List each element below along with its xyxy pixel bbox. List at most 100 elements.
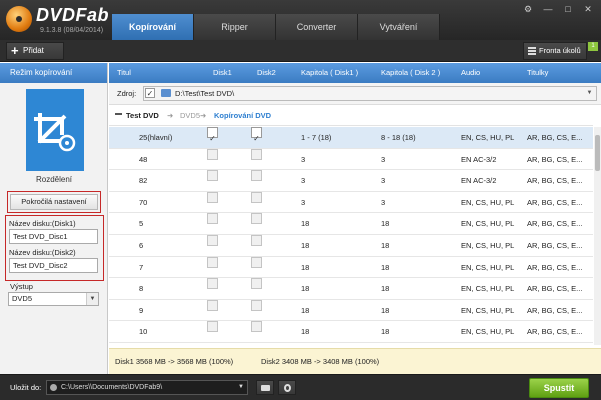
task-queue-button[interactable]: Fronta úkolů: [523, 42, 587, 60]
disk2-checkbox[interactable]: [251, 148, 262, 160]
table-row[interactable]: 82 3 3 EN AC-3/2 AR, BG, CS, E...: [109, 170, 593, 192]
table-row[interactable]: 6 18 18 EN, CS, HU, PL AR, BG, CS, E...: [109, 234, 593, 257]
cell-subtitles: AR, BG, CS, E...: [527, 240, 583, 250]
cell-chapter-disk2: 8 - 18 (18): [381, 133, 416, 142]
col-disk1[interactable]: Disk1: [213, 63, 232, 83]
disk1-name-label: Název disku:(Disk1): [9, 219, 76, 228]
disk-names-highlight: Název disku:(Disk1) Test DVD_Disc1 Název…: [5, 215, 104, 281]
table-row[interactable]: 25(hlavní) ✓ ✓ 1 - 7 (18) 8 - 18 (18) EN…: [109, 127, 593, 149]
disk1-checkbox[interactable]: [207, 299, 218, 311]
disk1-checkbox[interactable]: ✓: [207, 127, 218, 143]
table-row[interactable]: 7 18 18 EN, CS, HU, PL AR, BG, CS, E...: [109, 256, 593, 279]
table-row[interactable]: 9 18 18 EN, CS, HU, PL AR, BG, CS, E...: [109, 299, 593, 322]
col-chapter-disk2[interactable]: Kapitola ( Disk 2 ): [381, 63, 440, 83]
app-version: 9.1.3.8 (08/04/2014): [40, 27, 104, 34]
disk1-checkbox[interactable]: [207, 256, 218, 268]
disk2-checkbox[interactable]: [251, 278, 262, 290]
col-title[interactable]: Titul: [117, 63, 131, 83]
cell-chapter-disk1: 3: [301, 154, 306, 164]
split-mode-tile[interactable]: [26, 89, 84, 171]
output-select[interactable]: DVD5 ▼: [8, 292, 99, 306]
disk2-checkbox[interactable]: [251, 234, 262, 246]
scrollbar-thumb[interactable]: [595, 135, 600, 171]
disk2-checkbox[interactable]: [251, 191, 262, 203]
copy-mode-label: Rozdělení: [35, 175, 73, 184]
cell-title: 48: [139, 154, 148, 164]
disk2-size-status: Disk2 3408 MB -> 3408 MB (100%): [261, 357, 380, 366]
cell-chapter-disk1: 18: [301, 219, 310, 229]
cell-chapter-disk2: 18: [381, 327, 390, 337]
cell-chapter-disk2: 18: [381, 284, 390, 294]
close-icon[interactable]: ✕: [579, 2, 597, 16]
col-audio[interactable]: Audio: [461, 63, 480, 83]
add-button[interactable]: + Přidat: [6, 42, 64, 60]
table-row[interactable]: 10 18 18 EN, CS, HU, PL AR, BG, CS, E...: [109, 321, 593, 343]
disk2-checkbox[interactable]: ✓: [251, 127, 262, 143]
disk1-checkbox[interactable]: [207, 321, 218, 333]
queue-count-badge: 1: [588, 42, 598, 51]
cell-subtitles: AR, BG, CS, E...: [527, 197, 583, 207]
save-to-label: Uložit do:: [10, 383, 42, 392]
cell-chapter-disk2: 18: [381, 262, 390, 272]
cell-chapter-disk1: 18: [301, 305, 310, 315]
save-iso-button[interactable]: [278, 380, 296, 395]
browse-folder-button[interactable]: [256, 380, 274, 395]
disk2-checkbox[interactable]: [251, 256, 262, 268]
advanced-settings-button[interactable]: Pokročilá nastavení: [10, 194, 98, 210]
table-row[interactable]: 48 3 3 EN AC-3/2 AR, BG, CS, E...: [109, 148, 593, 171]
cell-chapter-disk1: 3: [301, 176, 306, 186]
cell-chapter-disk2: 3: [381, 176, 386, 186]
disk1-checkbox[interactable]: [207, 191, 218, 203]
column-header: Titul Disk1 Disk2 Kapitola ( Disk1 ) Kap…: [109, 63, 601, 83]
cell-title: 7: [139, 262, 144, 272]
disk1-checkbox[interactable]: [207, 213, 218, 225]
disk1-name-input[interactable]: Test DVD_Disc1: [9, 229, 98, 244]
disk1-checkbox[interactable]: [207, 170, 218, 182]
list-icon: [528, 47, 536, 55]
cell-chapter-disk1: 18: [301, 262, 310, 272]
minimize-icon[interactable]: —: [539, 2, 557, 16]
cell-chapter-disk1: 1 - 7 (18): [301, 133, 332, 142]
tab-ripper[interactable]: Ripper: [194, 14, 276, 40]
tab-converter[interactable]: Converter: [276, 14, 358, 40]
disk2-checkbox[interactable]: [251, 321, 262, 333]
chevron-down-icon: ▼: [238, 384, 244, 390]
table-scrollbar[interactable]: [594, 127, 601, 345]
col-subtitles[interactable]: Titulky: [527, 63, 548, 83]
cell-audio: EN AC-3/2: [461, 176, 497, 186]
table-row[interactable]: 5 18 18 EN, CS, HU, PL AR, BG, CS, E...: [109, 213, 593, 235]
source-label: Zdroj:: [117, 89, 137, 98]
cell-title: 5: [139, 219, 144, 229]
disk1-checkbox[interactable]: [207, 234, 218, 246]
tab-vytvareni[interactable]: Vytváření: [358, 14, 440, 40]
source-checkbox[interactable]: ✓: [145, 88, 155, 98]
tab-kopirovani[interactable]: Kopírování: [112, 14, 194, 40]
cell-audio: EN, CS, HU, PL: [461, 284, 515, 294]
disk2-checkbox[interactable]: [251, 299, 262, 311]
chevron-down-icon: ▼: [586, 90, 593, 96]
copy-mode-panel: Režim kopírování Rozdělení Pokročilá nas…: [0, 63, 108, 374]
col-chapter-disk1[interactable]: Kapitola ( Disk1 ): [301, 63, 358, 83]
collapse-icon[interactable]: [115, 113, 122, 115]
cell-chapter-disk2: 3: [381, 154, 386, 164]
disk2-checkbox[interactable]: [251, 170, 262, 182]
table-row[interactable]: 8 18 18 EN, CS, HU, PL AR, BG, CS, E...: [109, 278, 593, 300]
breadcrumb-volume: DVD5: [180, 111, 201, 120]
disk2-name-input[interactable]: Test DVD_Disc2: [9, 258, 98, 273]
disc-icon: [50, 384, 57, 391]
disk1-checkbox[interactable]: [207, 278, 218, 290]
start-button[interactable]: Spustit: [529, 378, 589, 398]
save-path-dropdown[interactable]: C:\Users\\Documents\DVDFab9\ ▼: [46, 380, 248, 395]
app-logo-text: DVDFab: [36, 5, 110, 25]
add-button-label: Přidat: [23, 46, 44, 55]
disk1-checkbox[interactable]: [207, 148, 218, 160]
maximize-icon[interactable]: □: [559, 2, 577, 16]
cell-chapter-disk2: 18: [381, 305, 390, 315]
cell-title: 25(hlavní): [139, 133, 173, 142]
cell-audio: EN, CS, HU, PL: [461, 219, 515, 229]
disk2-checkbox[interactable]: [251, 213, 262, 225]
col-disk2[interactable]: Disk2: [257, 63, 276, 83]
settings-icon[interactable]: ⚙: [519, 2, 537, 16]
table-row[interactable]: 70 3 3 EN, CS, HU, PL AR, BG, CS, E...: [109, 191, 593, 214]
cell-chapter-disk1: 18: [301, 284, 310, 294]
